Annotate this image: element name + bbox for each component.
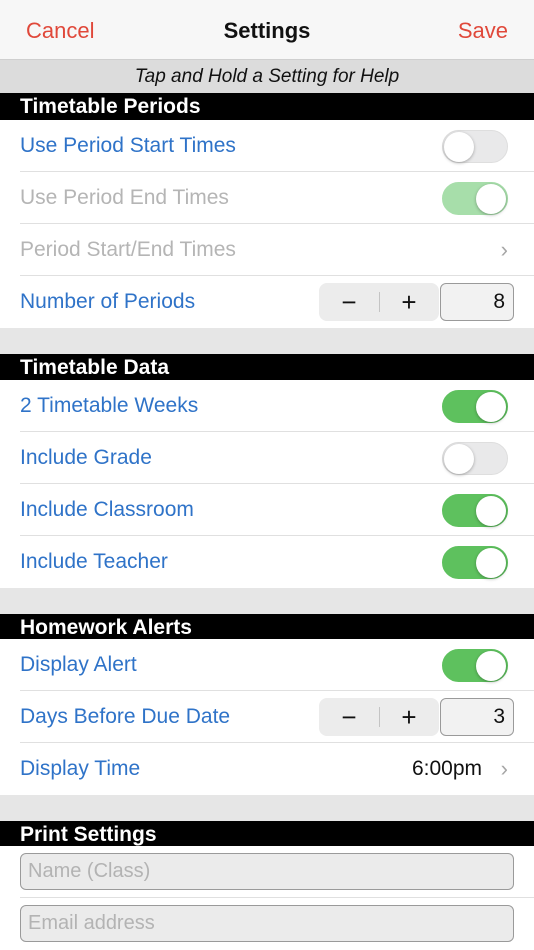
days-before-stepper: − +: [319, 698, 439, 736]
include-grade-toggle[interactable]: [442, 442, 508, 475]
section-header-timetable-periods: Timetable Periods: [0, 93, 534, 120]
row-label: Use Period End Times: [20, 186, 229, 209]
row-include-grade[interactable]: Include Grade: [0, 432, 534, 484]
section-header-timetable-data: Timetable Data: [0, 354, 534, 381]
include-teacher-toggle[interactable]: [442, 546, 508, 579]
row-use-period-start-times[interactable]: Use Period Start Times: [0, 120, 534, 172]
row-display-alert[interactable]: Display Alert: [0, 639, 534, 691]
row-label: Days Before Due Date: [20, 705, 231, 728]
chevron-right-icon: ›: [500, 756, 508, 781]
section-gap: [0, 795, 534, 821]
two-timetable-weeks-toggle[interactable]: [442, 390, 508, 423]
section-gap: [0, 328, 534, 354]
email-address-input[interactable]: [20, 905, 514, 942]
page-title: Settings: [223, 18, 311, 43]
row-label: Display Alert: [20, 653, 137, 676]
save-button[interactable]: Save: [458, 18, 508, 44]
decrement-button[interactable]: −: [319, 283, 379, 321]
section-header-print-settings: Print Settings: [0, 821, 534, 848]
toggle-knob: [476, 496, 506, 526]
nav-bar: Cancel Settings Save: [0, 0, 534, 60]
toggle-knob: [476, 392, 506, 422]
row-2-timetable-weeks[interactable]: 2 Timetable Weeks: [0, 380, 534, 432]
row-use-period-end-times[interactable]: Use Period End Times: [0, 172, 534, 224]
section-gap: [0, 588, 534, 614]
decrement-button[interactable]: −: [319, 698, 379, 736]
increment-button[interactable]: +: [379, 698, 439, 736]
row-days-before-due-date: Days Before Due Date − + 3: [0, 691, 534, 743]
toggle-knob: [476, 548, 506, 578]
use-period-end-times-toggle[interactable]: [442, 182, 508, 215]
row-display-time[interactable]: Display Time 6:00pm ›: [0, 743, 534, 795]
row-period-start-end-times[interactable]: Period Start/End Times ›: [0, 224, 534, 276]
row-label: Include Teacher: [20, 550, 168, 573]
section-header-homework-alerts: Homework Alerts: [0, 614, 534, 641]
use-period-start-times-toggle[interactable]: [442, 130, 508, 163]
increment-button[interactable]: +: [379, 283, 439, 321]
days-before-field[interactable]: 3: [440, 698, 514, 736]
toggle-knob: [476, 184, 506, 214]
row-label: Include Classroom: [20, 498, 194, 521]
divider: [20, 897, 534, 898]
number-of-periods-stepper: − +: [319, 283, 439, 321]
include-classroom-toggle[interactable]: [442, 494, 508, 527]
row-label: 2 Timetable Weeks: [20, 394, 199, 417]
row-include-teacher[interactable]: Include Teacher: [0, 536, 534, 588]
display-alert-toggle[interactable]: [442, 649, 508, 682]
row-label: Include Grade: [20, 446, 152, 469]
display-time-value: 6:00pm: [411, 757, 482, 780]
print-settings-body: [0, 846, 534, 950]
row-label: Display Time: [20, 757, 141, 780]
help-hint: Tap and Hold a Setting for Help: [0, 60, 534, 93]
row-include-classroom[interactable]: Include Classroom: [0, 484, 534, 536]
row-label: Period Start/End Times: [20, 238, 236, 261]
chevron-right-icon: ›: [500, 237, 508, 262]
toggle-knob: [444, 444, 474, 474]
number-of-periods-field[interactable]: 8: [440, 283, 514, 321]
name-class-input[interactable]: [20, 853, 514, 890]
row-label: Use Period Start Times: [20, 134, 236, 157]
row-number-of-periods: Number of Periods − + 8: [0, 276, 534, 328]
toggle-knob: [476, 651, 506, 681]
row-label: Number of Periods: [20, 290, 196, 313]
toggle-knob: [444, 132, 474, 162]
